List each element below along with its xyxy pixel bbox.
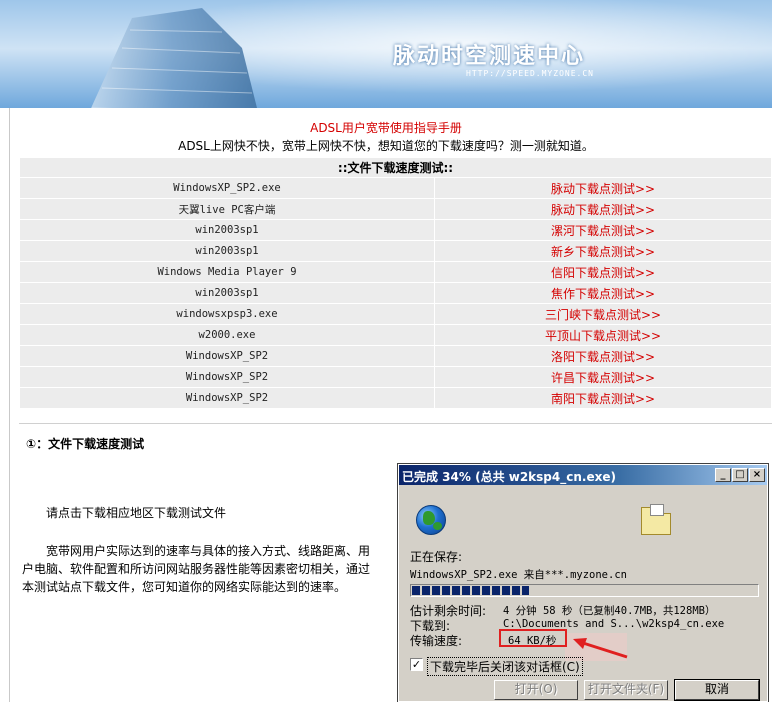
download-test-table: ::文件下载速度测试:: WindowsXP_SP2.exe 脉动下载点测试>> …: [19, 157, 772, 409]
cancel-button[interactable]: 取消: [674, 679, 760, 701]
test-link[interactable]: 信阳下载点测试>>: [434, 261, 772, 283]
file-name: win2003sp1: [19, 219, 435, 241]
rate-label: 传输速度:: [410, 634, 463, 648]
maximize-button[interactable]: □: [732, 468, 748, 482]
brand-url: HTTP://SPEED.MYZONE.CN: [466, 69, 594, 78]
guide-title-link[interactable]: ADSL用户宽带使用指导手册: [0, 119, 772, 136]
download-progress-bar: [410, 584, 759, 597]
test-link[interactable]: 洛阳下载点测试>>: [434, 345, 772, 367]
open-folder-button[interactable]: 打开文件夹(F): [584, 680, 668, 700]
document-icon: [650, 504, 664, 516]
divider: [19, 423, 772, 424]
progress-fill: [412, 586, 530, 595]
page-subtitle: ADSL上网快不快，宽带上网快不快，想知道您的下载速度吗？测一测就知道。: [178, 139, 594, 153]
file-name: win2003sp1: [19, 282, 435, 304]
table-row: WindowsXP_SP2 南阳下载点测试>>: [19, 387, 772, 409]
instruction-text: 请点击下载相应地区下载测试文件: [46, 506, 227, 520]
download-dialog: 已完成 34% (总共 w2ksp4_cn.exe) _ □ × 正在保存: W…: [397, 463, 769, 702]
section-title: ①：文件下载速度测试: [26, 437, 145, 451]
file-name: WindowsXP_SP2: [19, 387, 435, 409]
test-link[interactable]: 许昌下载点测试>>: [434, 366, 772, 388]
folder-icon: [641, 504, 671, 535]
file-name: WindowsXP_SP2: [19, 345, 435, 367]
saving-label: 正在保存:: [410, 550, 463, 564]
table-row: Windows Media Player 9 信阳下载点测试>>: [19, 261, 772, 283]
test-link[interactable]: 新乡下载点测试>>: [434, 240, 772, 262]
file-name: WindowsXP_SP2: [19, 366, 435, 388]
table-row: win2003sp1 漯河下载点测试>>: [19, 219, 772, 241]
table-row: win2003sp1 焦作下载点测试>>: [19, 282, 772, 304]
saving-value: WindowsXP_SP2.exe 来自***.myzone.cn: [410, 569, 627, 581]
file-name: WindowsXP_SP2.exe: [19, 177, 435, 199]
file-name: Windows Media Player 9: [19, 261, 435, 283]
test-link[interactable]: 三门峡下载点测试>>: [434, 303, 772, 325]
globe-icon: [416, 505, 446, 535]
eta-value: 4 分钟 58 秒（已复制40.7MB，共128MB）: [503, 605, 716, 617]
file-name: w2000.exe: [19, 324, 435, 346]
dialog-title: 已完成 34% (总共 w2ksp4_cn.exe): [402, 470, 616, 484]
test-link[interactable]: 平顶山下载点测试>>: [434, 324, 772, 346]
table-row: win2003sp1 新乡下载点测试>>: [19, 240, 772, 262]
file-name: windowsxpsp3.exe: [19, 303, 435, 325]
rate-value: 64 KB/秒: [508, 635, 557, 647]
open-button[interactable]: 打开(O): [494, 680, 578, 700]
brand-title: 脉动时空测速中心: [393, 44, 586, 69]
minimize-button[interactable]: _: [715, 468, 731, 482]
close-on-complete-label[interactable]: 下载完毕后关闭该对话框(C): [427, 657, 583, 676]
test-link[interactable]: 脉动下载点测试>>: [434, 177, 772, 199]
table-row: WindowsXP_SP2 许昌下载点测试>>: [19, 366, 772, 388]
file-name: win2003sp1: [19, 240, 435, 262]
explanation-text: 宽带网用户实际达到的速率与具体的接入方式、线路距离、用户电脑、软件配置和所访问网…: [22, 544, 371, 594]
test-link[interactable]: 脉动下载点测试>>: [434, 198, 772, 220]
dialog-titlebar[interactable]: 已完成 34% (总共 w2ksp4_cn.exe) _ □ ×: [399, 465, 767, 485]
table-row: WindowsXP_SP2 洛阳下载点测试>>: [19, 345, 772, 367]
close-button[interactable]: ×: [749, 468, 765, 482]
table-heading: ::文件下载速度测试::: [19, 157, 772, 178]
table-row: WindowsXP_SP2.exe 脉动下载点测试>>: [19, 177, 772, 199]
table-row: 天翼live PC客户端 脉动下载点测试>>: [19, 198, 772, 220]
table-row: w2000.exe 平顶山下载点测试>>: [19, 324, 772, 346]
table-row: windowsxpsp3.exe 三门峡下载点测试>>: [19, 303, 772, 325]
building-image: [91, 8, 257, 108]
test-link[interactable]: 焦作下载点测试>>: [434, 282, 772, 304]
file-name: 天翼live PC客户端: [19, 198, 435, 220]
site-banner: 脉动时空测速中心 HTTP://SPEED.MYZONE.CN: [0, 0, 772, 108]
test-link[interactable]: 南阳下载点测试>>: [434, 387, 772, 409]
test-link[interactable]: 漯河下载点测试>>: [434, 219, 772, 241]
close-on-complete-checkbox[interactable]: ✓: [410, 658, 423, 671]
